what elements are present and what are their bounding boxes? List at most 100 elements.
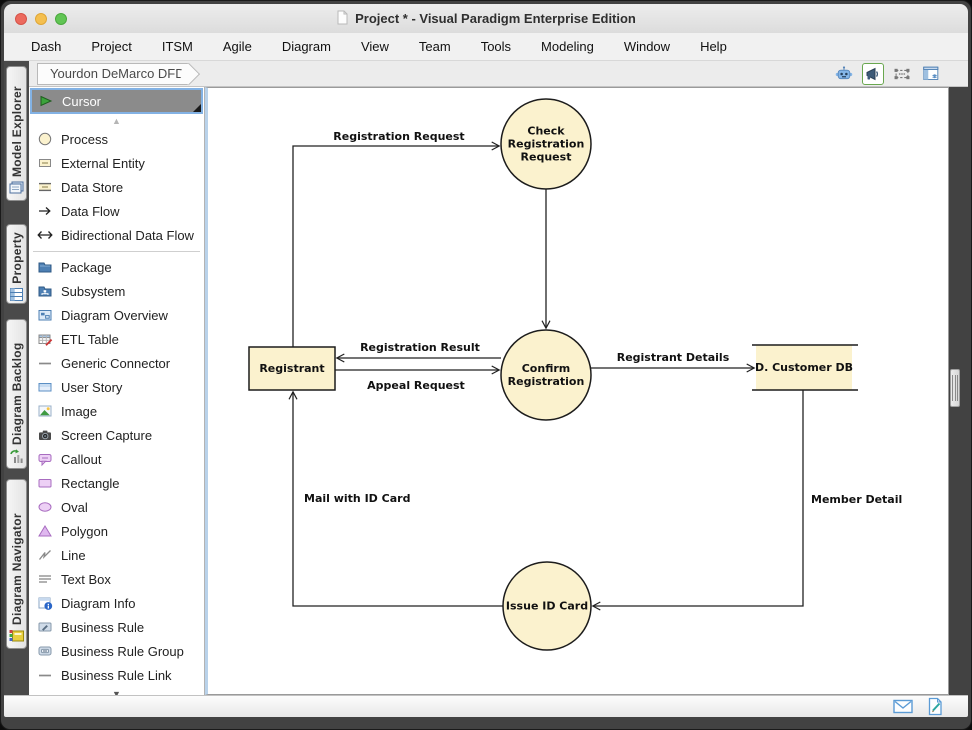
diagram-canvas[interactable]: Registration Request Registration Result A… <box>205 87 949 695</box>
flow-member-detail[interactable]: Member Detail <box>593 390 902 606</box>
palette-item-diagram-overview[interactable]: Diagram Overview <box>29 303 204 327</box>
flow-registration-result[interactable]: Registration Result <box>337 341 501 358</box>
breadcrumb[interactable]: Yourdon DeMarco DFD <box>37 63 189 85</box>
palette-item-label: ETL Table <box>61 332 119 347</box>
palette-item-label: Screen Capture <box>61 428 152 443</box>
palette-item-label: Text Box <box>61 572 111 587</box>
palette-item-subsystem[interactable]: Subsystem <box>29 279 204 303</box>
dfd-diagram[interactable]: Registration Request Registration Result A… <box>208 88 947 696</box>
menu-item-window[interactable]: Window <box>609 39 685 54</box>
palette-item-polygon[interactable]: Polygon <box>29 519 204 543</box>
palette-item-label: Diagram Overview <box>61 308 168 323</box>
palette-item-business-rule[interactable]: Business Rule <box>29 615 204 639</box>
menu-item-dash[interactable]: Dash <box>16 39 76 54</box>
palette-item-line[interactable]: Line <box>29 543 204 567</box>
node-registrant[interactable]: Registrant <box>249 347 335 390</box>
palette-item-generic-connector[interactable]: Generic Connector <box>29 351 204 375</box>
diagram-info-icon <box>35 595 55 611</box>
generic-connector-icon <box>35 355 55 371</box>
palette-item-callout[interactable]: Callout <box>29 447 204 471</box>
palette-item-text-box[interactable]: Text Box <box>29 567 204 591</box>
menu-item-modeling[interactable]: Modeling <box>526 39 609 54</box>
palette-item-label: Bidirectional Data Flow <box>61 228 194 243</box>
palette-item-label: Callout <box>61 452 101 467</box>
process-icon <box>35 131 55 147</box>
palette-item-rectangle[interactable]: Rectangle <box>29 471 204 495</box>
palette-item-bidirectional-data-flow[interactable]: Bidirectional Data Flow <box>29 223 204 247</box>
palette-item-oval[interactable]: Oval <box>29 495 204 519</box>
palette-item-label: Data Flow <box>61 204 120 219</box>
node-d-customer-db[interactable]: D. Customer DB <box>752 345 858 390</box>
screen-capture-icon <box>35 427 55 443</box>
edit-document-icon[interactable] <box>926 697 944 716</box>
panel-layout-icon[interactable] <box>920 63 942 85</box>
menu-item-tools[interactable]: Tools <box>466 39 526 54</box>
sidebar-tab-property[interactable]: Property <box>6 224 27 304</box>
menu-item-view[interactable]: View <box>346 39 404 54</box>
menu-item-help[interactable]: Help <box>685 39 742 54</box>
palette-item-label: Oval <box>61 500 88 515</box>
diagram-label: Registration <box>508 138 585 151</box>
sidebar-tab-label: Model Explorer <box>10 74 24 177</box>
menu-item-agile[interactable]: Agile <box>208 39 267 54</box>
diagram-label: Member Detail <box>811 493 902 506</box>
sidebar-tab-label: Property <box>10 232 24 284</box>
palette-item-label: External Entity <box>61 156 145 171</box>
palette-item-process[interactable]: Process <box>29 127 204 151</box>
diagram-label: Registrant <box>259 362 324 375</box>
megaphone-icon[interactable] <box>862 63 884 85</box>
fit-frame-icon[interactable] <box>891 63 913 85</box>
mail-icon[interactable] <box>892 698 914 715</box>
flow-registration-request[interactable]: Registration Request <box>293 130 499 347</box>
flow-registrant-details[interactable]: Registrant Details <box>591 351 754 368</box>
package-icon <box>35 259 55 275</box>
palette-item-package[interactable]: Package <box>29 255 204 279</box>
window-title: Project * - Visual Paradigm Enterprise E… <box>4 4 968 33</box>
palette-item-label: Subsystem <box>61 284 125 299</box>
palette-rows: Process External Entity Data Store Data Flo… <box>29 127 204 687</box>
palette-item-data-flow[interactable]: Data Flow <box>29 199 204 223</box>
toolbar-icons <box>833 63 942 85</box>
document-icon <box>336 10 349 28</box>
palette-item-business-rule-group[interactable]: Business Rule Group <box>29 639 204 663</box>
sidebar-tab-model-explorer[interactable]: Model Explorer <box>6 66 27 201</box>
palette-item-label: Rectangle <box>61 476 120 491</box>
palette-item-label: Image <box>61 404 97 419</box>
menu-item-team[interactable]: Team <box>404 39 466 54</box>
flow-appeal-request[interactable]: Appeal Request <box>335 370 499 392</box>
flow-mail-with-id-card[interactable]: Mail with ID Card <box>293 392 503 606</box>
menu-item-itsm[interactable]: ITSM <box>147 39 208 54</box>
palette-item-data-store[interactable]: Data Store <box>29 175 204 199</box>
diagram-label: Registration Request <box>333 130 464 143</box>
diagram-label: Issue ID Card <box>506 600 588 613</box>
zoom-button[interactable] <box>55 13 67 25</box>
bidirectional-data-flow-icon <box>35 227 55 243</box>
palette-scroll-up[interactable]: ▲ <box>29 114 204 127</box>
palette-item-etl-table[interactable]: ETL Table <box>29 327 204 351</box>
bot-icon[interactable] <box>833 63 855 85</box>
palette-item-business-rule-link[interactable]: Business Rule Link <box>29 663 204 687</box>
palette-item-diagram-info[interactable]: Diagram Info <box>29 591 204 615</box>
node-confirm-registration[interactable]: ConfirmRegistration <box>501 330 591 420</box>
node-check-registration-request[interactable]: CheckRegistrationRequest <box>501 99 591 189</box>
palette-item-external-entity[interactable]: External Entity <box>29 151 204 175</box>
palette-item-cursor-label: Cursor <box>62 94 101 109</box>
model-explorer-icon <box>8 180 25 196</box>
palette-item-cursor[interactable]: Cursor <box>30 88 203 114</box>
panel-grip[interactable] <box>950 369 960 407</box>
sidebar-tab-diagram-navigator[interactable]: Diagram Navigator <box>6 479 27 649</box>
menu-item-project[interactable]: Project <box>76 39 146 54</box>
palette-item-screen-capture[interactable]: Screen Capture <box>29 423 204 447</box>
palette-item-image[interactable]: Image <box>29 399 204 423</box>
palette-item-user-story[interactable]: User Story <box>29 375 204 399</box>
sidebar-tab-diagram-backlog[interactable]: Diagram Backlog <box>6 319 27 469</box>
window-title-text: Project * - Visual Paradigm Enterprise E… <box>355 11 636 26</box>
close-button[interactable] <box>15 13 27 25</box>
node-issue-id-card[interactable]: Issue ID Card <box>503 562 591 650</box>
palette-item-label: Package <box>61 260 112 275</box>
menu-item-diagram[interactable]: Diagram <box>267 39 346 54</box>
palette-item-label: Polygon <box>61 524 108 539</box>
minimize-button[interactable] <box>35 13 47 25</box>
palette-scroll-down[interactable]: ▼ <box>29 687 204 695</box>
diagram-label: Confirm <box>522 362 571 375</box>
